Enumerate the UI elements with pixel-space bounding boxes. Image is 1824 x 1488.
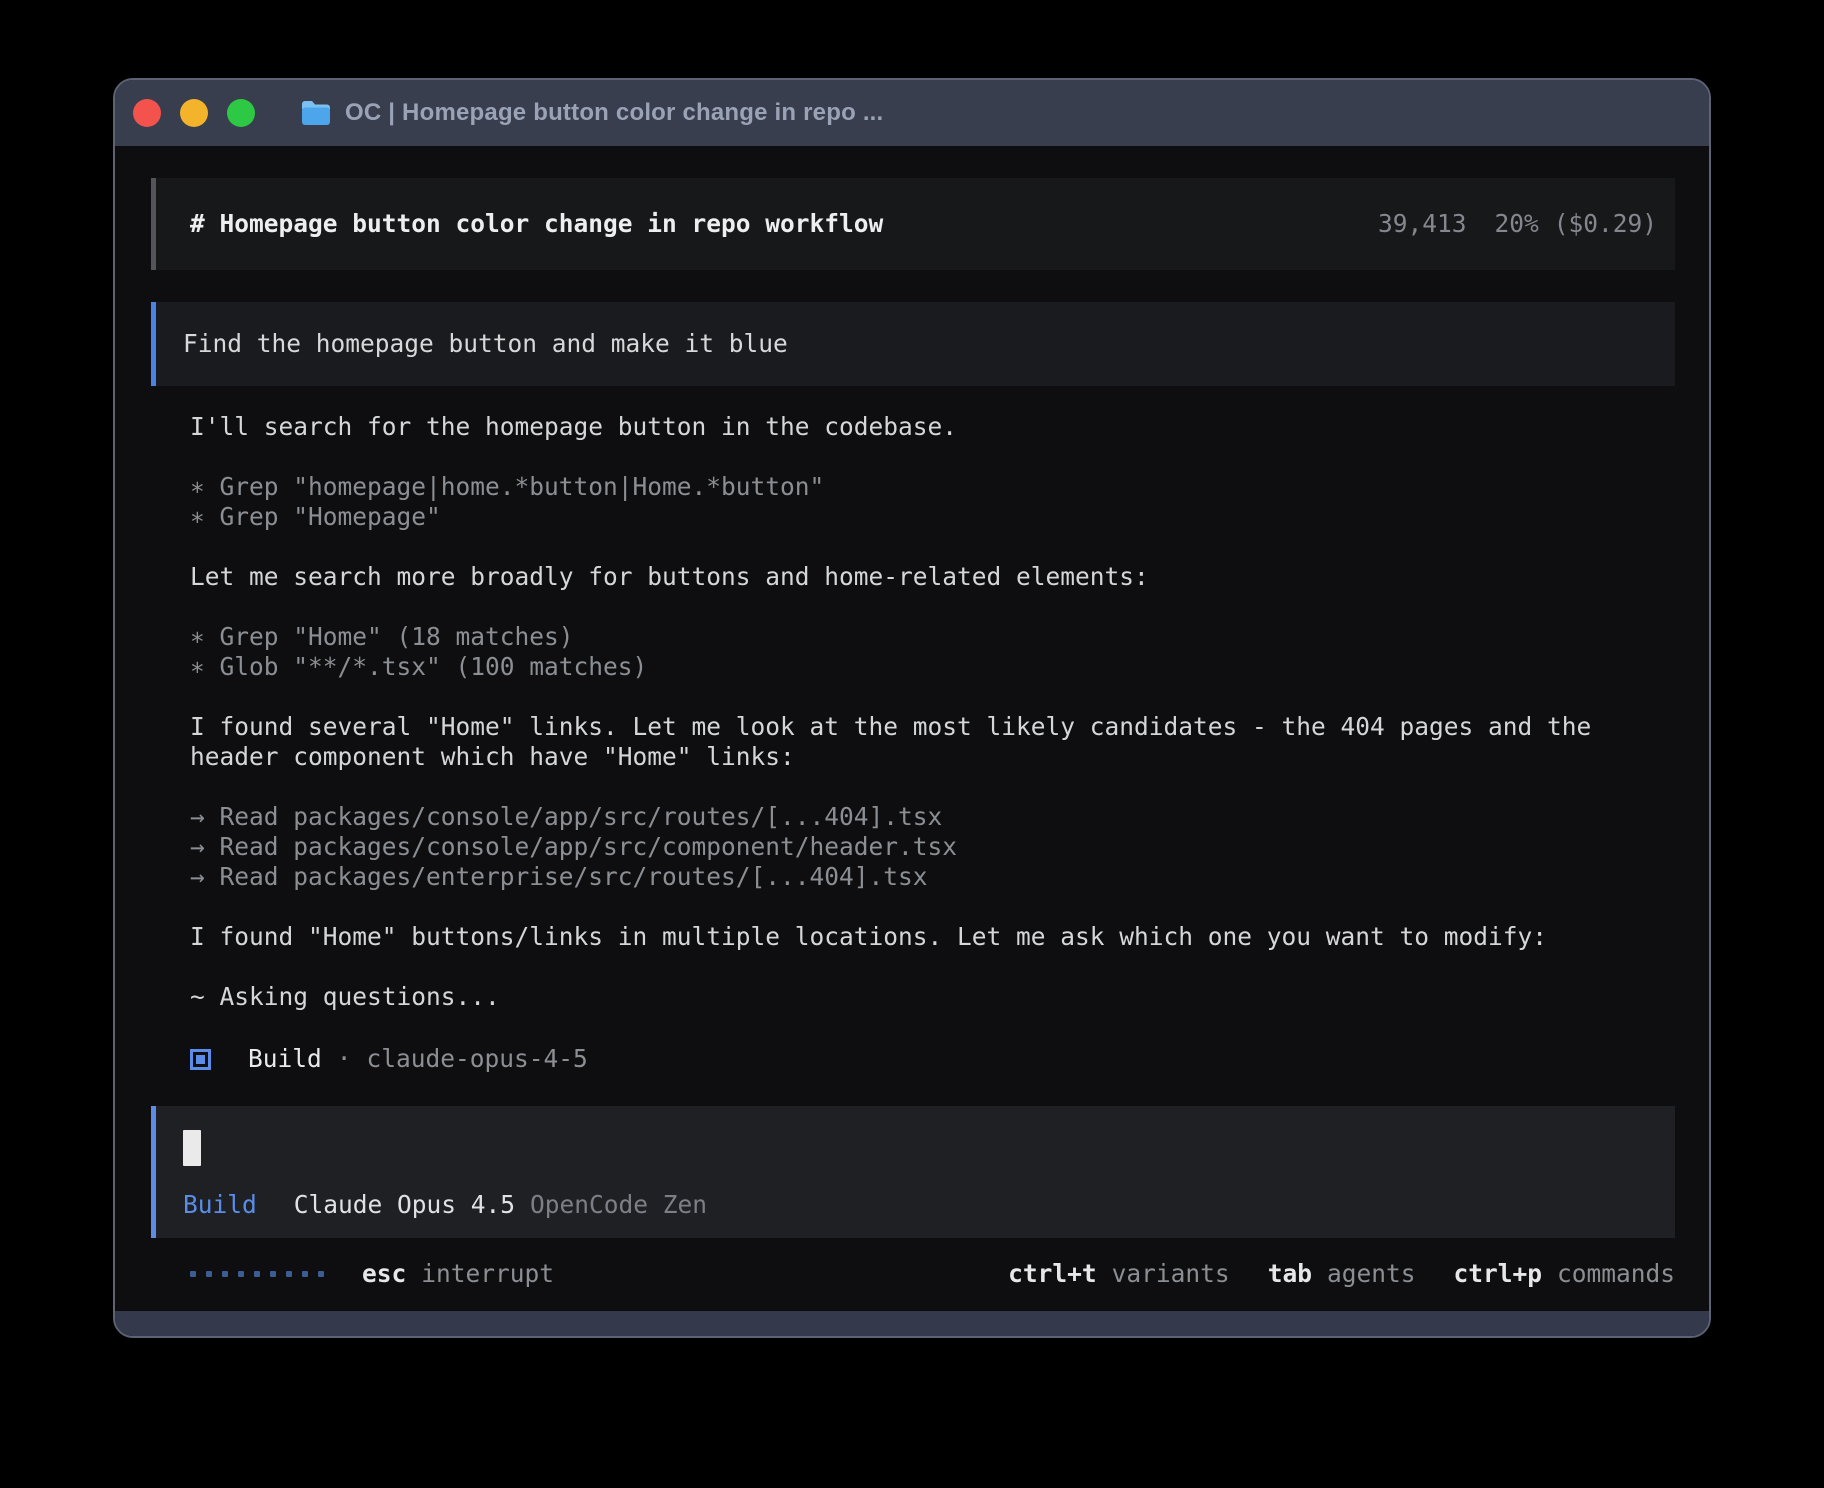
editor-provider-label: OpenCode Zen bbox=[530, 1190, 707, 1220]
shortcut-label: agents bbox=[1327, 1259, 1416, 1289]
editor-agent-label[interactable]: Build bbox=[183, 1190, 257, 1220]
editor-meta: Build Claude Opus 4.5 OpenCode Zen bbox=[183, 1190, 1657, 1220]
text-cursor bbox=[183, 1130, 201, 1166]
agent-build-icon bbox=[190, 1049, 211, 1070]
tool-call-grep: ∗ Grep "homepage|home.*button|Home.*butt… bbox=[190, 472, 1675, 502]
tool-call-read: → Read packages/console/app/src/componen… bbox=[190, 832, 1675, 862]
token-count: 39,413 bbox=[1378, 209, 1467, 239]
shortcut-variants[interactable]: ctrl+t variants bbox=[1008, 1259, 1230, 1289]
tool-call-grep: ∗ Grep "Homepage" bbox=[190, 502, 1675, 532]
session-cost: ($0.29) bbox=[1554, 209, 1657, 239]
close-button-icon[interactable] bbox=[133, 99, 161, 127]
model-name: claude-opus-4-5 bbox=[367, 1044, 588, 1074]
session-stats: 39,413 20% ($0.29) bbox=[1378, 209, 1657, 239]
folder-icon bbox=[301, 100, 331, 126]
titlebar[interactable]: OC | Homepage button color change in rep… bbox=[115, 80, 1709, 146]
prompt-input[interactable]: Build Claude Opus 4.5 OpenCode Zen bbox=[151, 1106, 1675, 1238]
assistant-text-line: I found "Home" buttons/links in multiple… bbox=[190, 922, 1675, 952]
assistant-text-line: header component which have "Home" links… bbox=[190, 742, 1675, 772]
transcript: I'll search for the homepage button in t… bbox=[151, 412, 1675, 1076]
window-bottom-strip bbox=[115, 1311, 1709, 1336]
shortcut-label: variants bbox=[1112, 1259, 1230, 1289]
shortcut-key: tab bbox=[1268, 1259, 1312, 1289]
terminal-window: OC | Homepage button color change in rep… bbox=[113, 78, 1711, 1338]
shortcut-label: commands bbox=[1557, 1259, 1675, 1289]
working-spinner-dots-icon bbox=[190, 1271, 324, 1277]
status-bar-right: ctrl+t variants tab agents ctrl+p comman… bbox=[1008, 1259, 1675, 1289]
window-title: OC | Homepage button color change in rep… bbox=[345, 99, 883, 127]
shortcut-key: ctrl+t bbox=[1008, 1259, 1097, 1289]
shortcut-key: esc bbox=[362, 1259, 406, 1289]
agent-status-row: Build · claude-opus-4-5 bbox=[190, 1042, 1675, 1076]
agent-name: Build bbox=[248, 1044, 322, 1074]
session-header: # Homepage button color change in repo w… bbox=[151, 178, 1675, 270]
status-bar: esc interrupt ctrl+t variants tab agents… bbox=[151, 1254, 1675, 1294]
zoom-button-icon[interactable] bbox=[227, 99, 255, 127]
shortcut-commands[interactable]: ctrl+p commands bbox=[1453, 1259, 1675, 1289]
assistant-text-line: I found several "Home" links. Let me loo… bbox=[190, 712, 1675, 742]
editor-model-label[interactable]: Claude Opus 4.5 bbox=[294, 1190, 515, 1220]
session-title: # Homepage button color change in repo w… bbox=[190, 209, 1378, 239]
tool-call-glob: ∗ Glob "**/*.tsx" (100 matches) bbox=[190, 652, 1675, 682]
terminal-content: # Homepage button color change in repo w… bbox=[115, 146, 1709, 1311]
shortcut-agents[interactable]: tab agents bbox=[1268, 1259, 1416, 1289]
separator-dot: · bbox=[337, 1044, 352, 1074]
context-percent: 20% bbox=[1494, 209, 1538, 239]
tool-call-grep: ∗ Grep "Home" (18 matches) bbox=[190, 622, 1675, 652]
user-message: Find the homepage button and make it blu… bbox=[151, 302, 1675, 386]
traffic-lights bbox=[133, 99, 255, 127]
asking-questions-status: ~ Asking questions... bbox=[190, 982, 1675, 1012]
tool-call-read: → Read packages/enterprise/src/routes/[.… bbox=[190, 862, 1675, 892]
shortcut-interrupt[interactable]: esc interrupt bbox=[362, 1259, 554, 1289]
user-message-text: Find the homepage button and make it blu… bbox=[183, 329, 788, 359]
assistant-text-line: I'll search for the homepage button in t… bbox=[190, 412, 1675, 442]
tool-call-read: → Read packages/console/app/src/routes/[… bbox=[190, 802, 1675, 832]
shortcut-key: ctrl+p bbox=[1453, 1259, 1542, 1289]
shortcut-label: interrupt bbox=[421, 1259, 554, 1289]
assistant-text-line: Let me search more broadly for buttons a… bbox=[190, 562, 1675, 592]
minimize-button-icon[interactable] bbox=[180, 99, 208, 127]
